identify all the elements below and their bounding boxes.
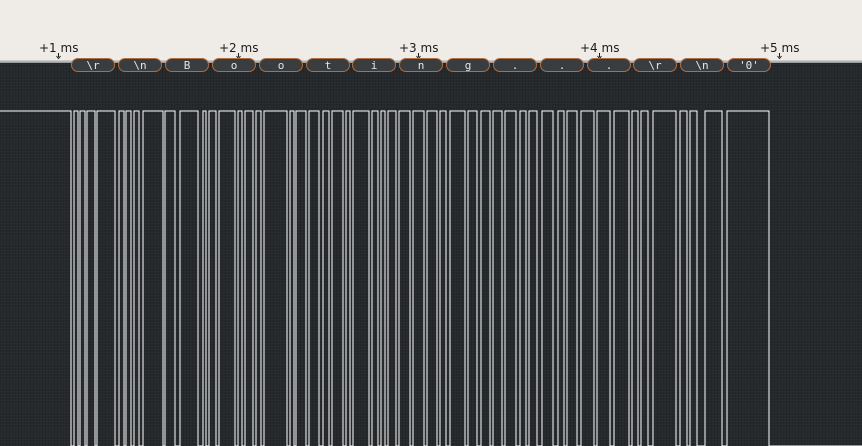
decoded-frame-bubble[interactable]: i <box>352 58 396 72</box>
signal-plot-area[interactable] <box>0 63 862 446</box>
decoded-frame-bubble[interactable]: B <box>165 58 209 72</box>
decoded-frame-bubble[interactable]: \r <box>633 58 677 72</box>
decoded-frame-bubble[interactable]: g <box>446 58 490 72</box>
uart-decoder-row[interactable]: \r \n B o o t i n g . . . \r \n '0' <box>0 58 862 74</box>
decoded-frame-bubble[interactable]: \n <box>118 58 162 72</box>
decoded-frame-bubble[interactable]: '0' <box>727 58 771 72</box>
waveform-trace <box>0 110 862 446</box>
decoded-frame-bubble[interactable]: . <box>587 58 631 72</box>
decoded-frame-bubble[interactable]: . <box>540 58 584 72</box>
decoded-frame-bubble[interactable]: \r <box>71 58 115 72</box>
decoded-frame-bubble[interactable]: \n <box>680 58 724 72</box>
digital-waveform <box>0 110 862 446</box>
decoded-frame-bubble[interactable]: . <box>493 58 537 72</box>
decoded-frame-bubble[interactable]: o <box>259 58 303 72</box>
decoded-frame-bubble[interactable]: o <box>212 58 256 72</box>
decoded-frame-bubble[interactable]: t <box>306 58 350 72</box>
timeline-ruler[interactable]: +1 ms +2 ms +3 ms +4 ms +5 ms <box>0 0 862 64</box>
decoded-frame-bubble[interactable]: n <box>399 58 443 72</box>
